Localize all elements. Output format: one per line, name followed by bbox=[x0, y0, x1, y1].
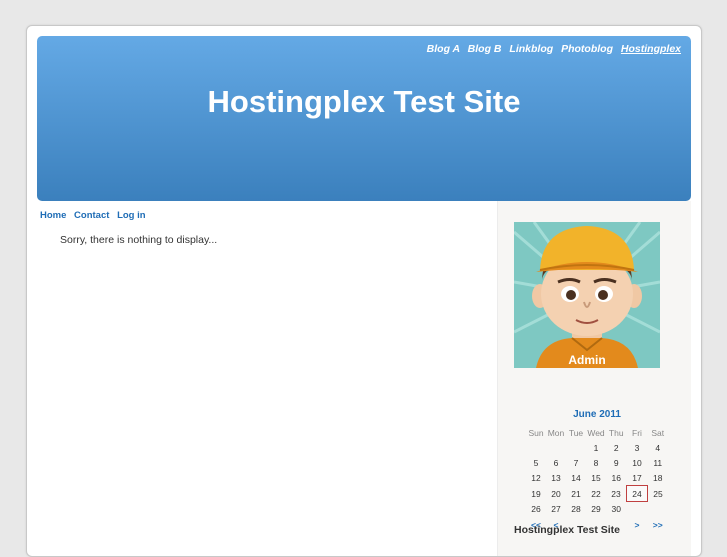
calendar-day: 2 bbox=[613, 442, 619, 453]
calendar-day: 25 bbox=[653, 488, 663, 499]
calendar-day: 11 bbox=[653, 457, 663, 468]
calendar-day: 18 bbox=[653, 472, 663, 483]
calendar-day: 24 bbox=[626, 485, 648, 502]
calendar-next-year-link[interactable]: >> bbox=[648, 517, 669, 532]
calendar-month-title: June 2011 bbox=[573, 409, 621, 420]
calendar-week-row: 1 2 3 4 bbox=[526, 440, 668, 455]
blog-links-bar: Blog A Blog B Linkblog Photoblog Hosting… bbox=[422, 43, 681, 55]
blog-link-blog-b[interactable]: Blog B bbox=[468, 43, 502, 55]
calendar-days: 1 2 3 4 5 6 7 8 9 10 11 12 13 14 15 16 17 18 19 20 21 22 23 24 2… bbox=[526, 440, 668, 517]
calendar-week-row: 19 20 21 22 23 24 25 bbox=[526, 485, 668, 502]
calendar-day: 30 bbox=[611, 504, 621, 515]
sidebar: Admin June 2011 Sun Mon Tue Wed Thu Fri … bbox=[497, 201, 691, 556]
blog-link-photoblog[interactable]: Photoblog bbox=[561, 43, 613, 55]
weekday-label: Wed bbox=[587, 427, 605, 438]
calendar-day: 19 bbox=[531, 488, 541, 499]
calendar-day: 7 bbox=[573, 457, 579, 468]
calendar-day: 3 bbox=[634, 442, 640, 453]
calendar-day: 27 bbox=[551, 504, 561, 515]
calendar-day: 26 bbox=[531, 504, 541, 515]
calendar-day: 6 bbox=[553, 457, 559, 468]
admin-avatar: Admin bbox=[514, 222, 660, 368]
calendar-day: 9 bbox=[613, 457, 619, 468]
weekday-label: Tue bbox=[568, 427, 584, 438]
calendar-day: 22 bbox=[591, 488, 601, 499]
weekday-label: Sun bbox=[528, 427, 544, 438]
calendar-day: 17 bbox=[632, 472, 642, 483]
empty-content-message: Sorry, there is nothing to display... bbox=[60, 234, 218, 246]
calendar-day: 29 bbox=[591, 504, 601, 515]
calendar-day: 1 bbox=[593, 442, 599, 453]
site-header: Blog A Blog B Linkblog Photoblog Hosting… bbox=[37, 36, 691, 201]
widget-title: Hostingplex Test Site bbox=[514, 524, 620, 536]
blog-link-linkblog[interactable]: Linkblog bbox=[509, 43, 553, 55]
calendar-week-row: 5 6 7 8 9 10 11 bbox=[526, 455, 668, 470]
blog-link-blog-a[interactable]: Blog A bbox=[427, 43, 460, 55]
calendar-day: 16 bbox=[611, 472, 621, 483]
calendar-day: 21 bbox=[571, 488, 581, 499]
weekday-label: Thu bbox=[608, 427, 624, 438]
calendar-day: 28 bbox=[571, 504, 581, 515]
calendar-day: 13 bbox=[551, 472, 561, 483]
calendar-day: 8 bbox=[593, 457, 599, 468]
calendar-day: 20 bbox=[551, 488, 561, 499]
calendar-day: 23 bbox=[611, 488, 621, 499]
calendar-week-row: 26 27 28 29 30 bbox=[526, 502, 668, 518]
main-menu: Home Contact Log in bbox=[40, 210, 151, 221]
calendar-day: 5 bbox=[533, 457, 539, 468]
calendar-day: 4 bbox=[655, 442, 661, 453]
calendar-weekday-row: Sun Mon Tue Wed Thu Fri Sat bbox=[526, 425, 668, 440]
calendar-day: 12 bbox=[531, 472, 541, 483]
month-calendar: June 2011 Sun Mon Tue Wed Thu Fri Sat 12… bbox=[526, 409, 668, 532]
calendar-day: 15 bbox=[591, 472, 601, 483]
calendar-day: 10 bbox=[632, 457, 642, 468]
calendar-next-month-link[interactable]: > bbox=[627, 517, 648, 532]
blog-link-hostingplex[interactable]: Hostingplex bbox=[621, 43, 681, 55]
weekday-label: Fri bbox=[632, 427, 642, 438]
menu-contact-link[interactable]: Contact bbox=[74, 210, 109, 221]
site-title: Hostingplex Test Site bbox=[207, 84, 521, 119]
weekday-label: Sat bbox=[651, 427, 665, 438]
page-container: Blog A Blog B Linkblog Photoblog Hosting… bbox=[26, 25, 702, 557]
menu-home-link[interactable]: Home bbox=[40, 210, 66, 221]
avatar-shirt-label: Admin bbox=[568, 353, 605, 367]
menu-login-link[interactable]: Log in bbox=[117, 210, 146, 221]
calendar-week-row: 12 13 14 15 16 17 18 bbox=[526, 470, 668, 486]
calendar-day: 14 bbox=[571, 472, 581, 483]
weekday-label: Mon bbox=[547, 427, 565, 438]
